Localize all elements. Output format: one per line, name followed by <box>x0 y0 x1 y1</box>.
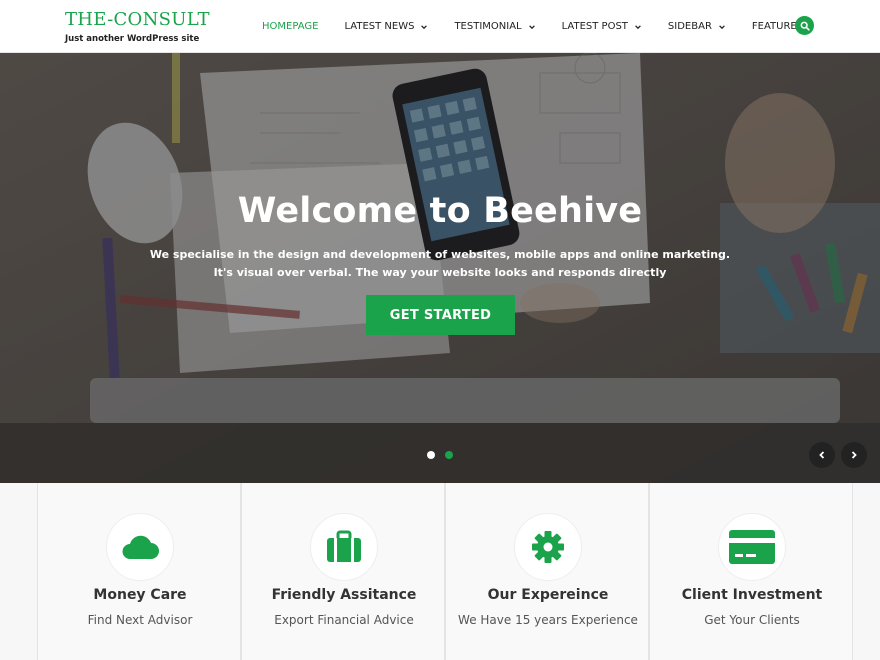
chevron-down-icon <box>528 24 535 29</box>
nav-item-latest-news[interactable]: LATEST NEWS <box>344 21 428 32</box>
search-icon <box>800 21 810 31</box>
nav-item-label: TESTIMONIAL <box>454 21 522 32</box>
cloud-icon <box>122 535 159 559</box>
chevron-down-icon <box>719 24 725 29</box>
chevron-down-icon <box>635 24 641 29</box>
credit-card-icon <box>729 530 775 564</box>
nav-item-label: LATEST NEWS <box>344 21 415 32</box>
search-button[interactable] <box>795 16 814 35</box>
feature-icon-circle <box>718 513 786 581</box>
feature-card[interactable]: Client Investment Get Your Clients <box>649 483 853 660</box>
nav-item-label: SIDEBAR <box>667 21 712 32</box>
nav-item-sidebar[interactable]: SIDEBAR <box>668 21 726 32</box>
hero-description: We specialise in the design and developm… <box>149 248 731 279</box>
site-title[interactable]: THE-CONSULT <box>65 9 210 30</box>
chevron-right-icon <box>851 451 857 459</box>
feature-card[interactable]: Our Expereince We Have 15 years Experien… <box>445 483 649 660</box>
feature-icon-circle <box>310 513 378 581</box>
nav-item-label: HOMEPAGE <box>262 21 319 32</box>
feature-subtitle: We Have 15 years Experience <box>458 613 638 627</box>
hero-title: Welcome to Beehive <box>237 191 643 231</box>
slider-prev-button[interactable] <box>809 442 835 468</box>
brand: THE-CONSULT Just another WordPress site <box>65 9 210 44</box>
slider-dots <box>427 451 463 459</box>
feature-icon-circle <box>106 513 174 581</box>
slider-next-button[interactable] <box>841 442 867 468</box>
site-tagline: Just another WordPress site <box>65 34 200 44</box>
feature-card[interactable]: Friendly Assitance Export Financial Advi… <box>241 483 445 660</box>
feature-icon-circle <box>514 513 582 581</box>
nav-item-testimonial[interactable]: TESTIMONIAL <box>454 21 535 32</box>
feature-subtitle: Find Next Advisor <box>87 613 193 627</box>
chevron-left-icon <box>819 451 825 459</box>
briefcase-icon <box>327 530 361 562</box>
chevron-down-icon <box>421 24 428 29</box>
nav-item-latest-post[interactable]: LATEST POST <box>562 21 642 32</box>
site-header: THE-CONSULT Just another WordPress site … <box>0 0 880 53</box>
nav-item-label: FEATURE <box>751 21 797 32</box>
nav-item-label: LATEST POST <box>561 21 628 32</box>
gear-icon <box>532 531 564 563</box>
feature-subtitle: Export Financial Advice <box>274 613 414 627</box>
nav-item-homepage[interactable]: HOMEPAGE <box>262 21 318 32</box>
feature-title: Friendly Assitance <box>271 587 417 603</box>
get-started-button[interactable]: GET STARTED <box>366 295 515 335</box>
hero-slider: Welcome to Beehive We specialise in the … <box>0 53 880 483</box>
features-section: Money Care Find Next Advisor Friendly As… <box>0 483 880 660</box>
feature-title: Client Investment <box>681 587 823 603</box>
nav-item-feature[interactable]: FEATURE <box>752 21 797 32</box>
slider-dot-1[interactable] <box>427 451 435 459</box>
feature-title: Money Care <box>93 587 187 603</box>
main-nav: HOMEPAGE LATEST NEWS TESTIMONIAL LATEST … <box>262 0 823 53</box>
feature-title: Our Expereince <box>487 587 609 603</box>
slider-dot-2[interactable] <box>445 451 453 459</box>
feature-card[interactable]: Money Care Find Next Advisor <box>37 483 241 660</box>
feature-subtitle: Get Your Clients <box>704 613 800 627</box>
